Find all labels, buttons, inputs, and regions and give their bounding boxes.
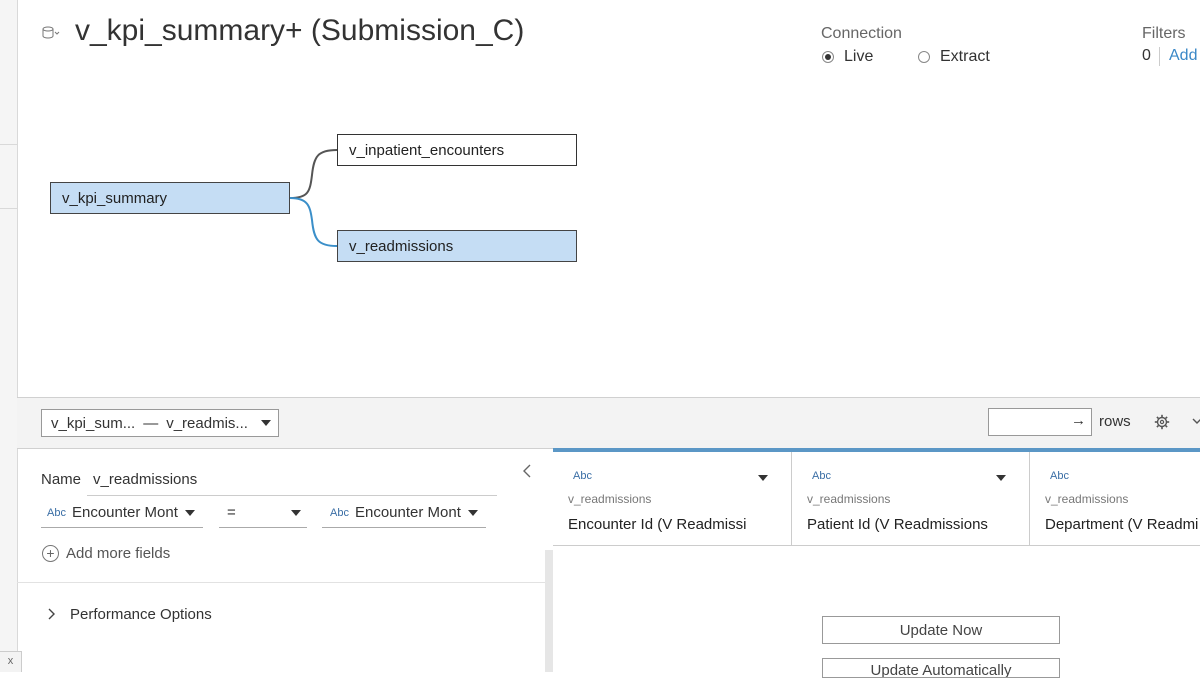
connection-label: Connection: [821, 25, 902, 42]
chevron-left-icon[interactable]: [522, 464, 532, 483]
relationship-connector: —: [143, 414, 159, 432]
column-source: v_readmissions: [1045, 492, 1129, 506]
string-type-icon: Abc: [812, 470, 831, 482]
add-more-fields-button[interactable]: + Add more fields: [42, 545, 170, 562]
filters-separator: [1159, 47, 1160, 66]
extract-radio[interactable]: [918, 51, 930, 63]
panel-scrollbar[interactable]: [545, 550, 553, 672]
gear-icon[interactable]: [1154, 414, 1170, 435]
chevron-down-icon: [467, 509, 478, 516]
chevron-down-icon[interactable]: [996, 475, 1006, 481]
section-divider: [17, 582, 545, 583]
right-field-dropdown[interactable]: Abc Encounter Mont: [322, 498, 486, 528]
chevron-down-icon[interactable]: [758, 475, 768, 481]
chevron-right-icon: [48, 607, 56, 623]
operator-value: =: [227, 504, 236, 521]
arrow-right-icon[interactable]: →: [1071, 412, 1086, 429]
add-more-fields-label: Add more fields: [66, 545, 171, 562]
close-icon[interactable]: x: [0, 651, 22, 672]
link-inpatient-encounters: [289, 149, 338, 199]
string-type-icon: Abc: [573, 470, 592, 482]
name-field[interactable]: v_readmissions: [93, 471, 197, 488]
chevron-down-icon: [184, 509, 195, 516]
add-filter-link[interactable]: Add: [1169, 47, 1197, 65]
string-type-icon: Abc: [47, 506, 66, 519]
name-label: Name: [41, 471, 82, 488]
column-name: Encounter Id (V Readmissi: [568, 516, 747, 533]
column-name: Patient Id (V Readmissions: [807, 516, 988, 533]
relationship-right-table: v_readmis...: [166, 414, 248, 432]
column-header-encounter-id[interactable]: Abc v_readmissions Encounter Id (V Readm…: [553, 452, 792, 546]
performance-options-label: Performance Options: [70, 606, 212, 623]
extract-radio-label[interactable]: Extract: [940, 48, 990, 66]
filters-label: Filters: [1142, 25, 1186, 42]
chevron-down-icon: [261, 420, 271, 426]
string-type-icon: Abc: [1050, 470, 1069, 482]
column-name: Department (V Readmi: [1045, 516, 1199, 533]
column-header-department[interactable]: Abc v_readmissions Department (V Readmi: [1030, 452, 1200, 546]
relationship-selector[interactable]: v_kpi_sum... — v_readmis...: [41, 409, 279, 437]
left-field-dropdown[interactable]: Abc Encounter Mont: [41, 498, 203, 528]
table-node-kpi-summary[interactable]: v_kpi_summary: [50, 182, 290, 214]
column-header-patient-id[interactable]: Abc v_readmissions Patient Id (V Readmis…: [792, 452, 1030, 546]
live-radio[interactable]: [822, 51, 834, 63]
left-field-name: Encounter Mont: [71, 504, 178, 521]
string-type-icon: Abc: [330, 506, 349, 519]
update-automatically-button[interactable]: Update Automatically: [822, 658, 1060, 678]
relationship-left-table: v_kpi_sum...: [51, 414, 136, 432]
table-node-inpatient-encounters[interactable]: v_inpatient_encounters: [337, 134, 577, 166]
rows-label: rows: [1099, 413, 1131, 430]
right-field-name: Encounter Mont: [354, 504, 461, 521]
update-now-button[interactable]: Update Now: [822, 616, 1060, 644]
performance-options-toggle[interactable]: Performance Options: [48, 606, 212, 623]
table-node-readmissions[interactable]: v_readmissions: [337, 230, 577, 262]
column-source: v_readmissions: [807, 492, 891, 506]
link-readmissions: [289, 197, 338, 247]
live-radio-label[interactable]: Live: [844, 48, 873, 66]
filters-count: 0: [1142, 47, 1151, 64]
chevron-down-icon[interactable]: [1192, 414, 1200, 428]
operator-dropdown[interactable]: =: [219, 498, 307, 528]
name-underline: [87, 495, 497, 496]
chevron-down-icon: [291, 510, 301, 516]
column-source: v_readmissions: [568, 492, 652, 506]
rows-input[interactable]: →: [988, 408, 1092, 436]
plus-circle-icon: +: [42, 545, 59, 562]
